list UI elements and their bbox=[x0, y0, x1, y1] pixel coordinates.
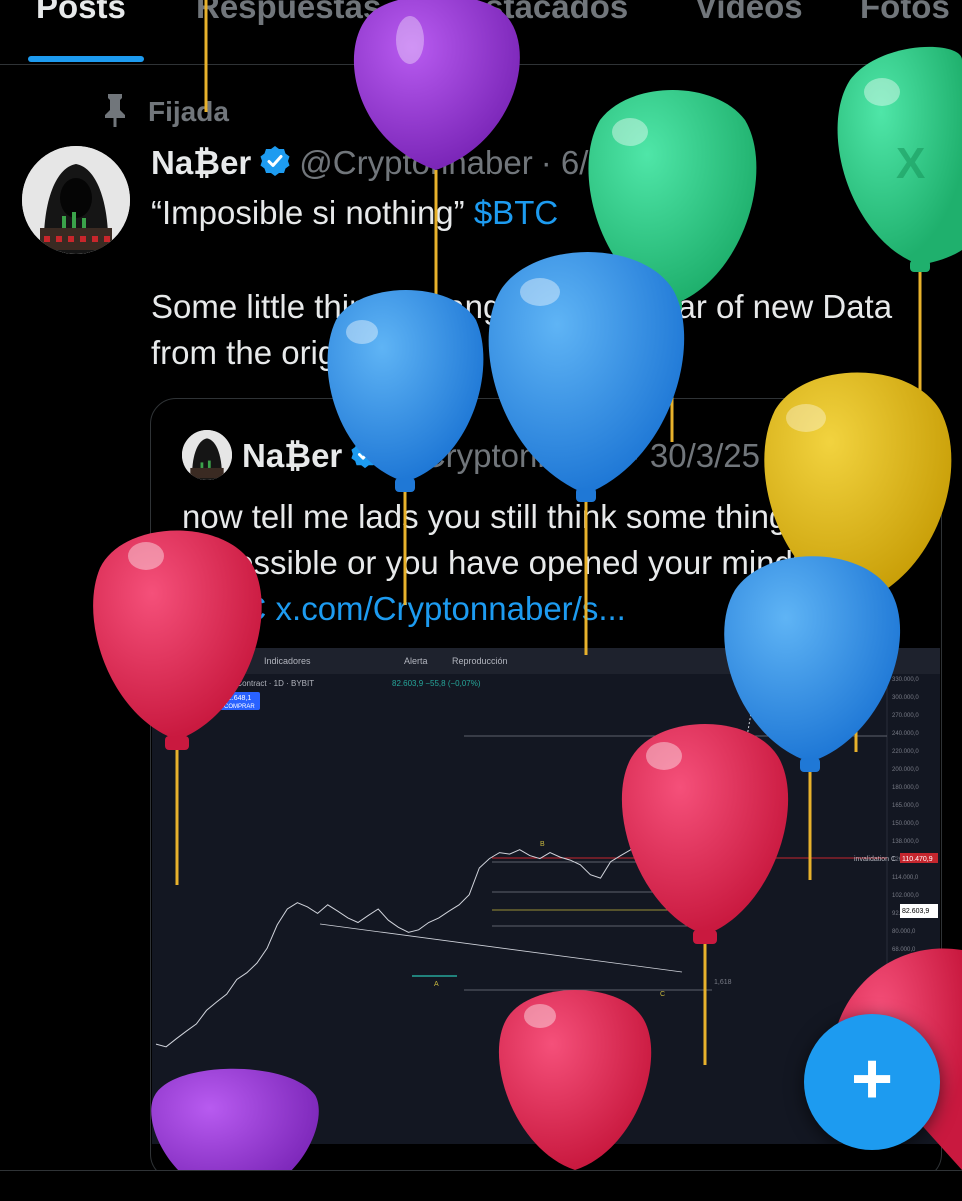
author-avatar[interactable] bbox=[22, 146, 130, 254]
quote-text: now tell me lads you still think some th… bbox=[182, 494, 922, 632]
invalidation-label: invalidation C bbox=[854, 856, 896, 863]
axis-tick-label: 165.000,0 bbox=[892, 803, 919, 809]
fib-label-top: 1,618 bbox=[714, 729, 732, 736]
quote-verified-badge-icon bbox=[350, 439, 380, 474]
wave-c-label: C bbox=[660, 991, 665, 998]
quote-date: · 30/3/25 bbox=[629, 437, 760, 474]
tab-posts[interactable]: Posts bbox=[36, 0, 126, 26]
quote-author-name: Na₿er bbox=[242, 437, 343, 474]
replay-button: Reproducción bbox=[452, 656, 508, 666]
svg-text:X: X bbox=[896, 139, 925, 188]
last-price: 82.603,9 −55,8 (−0,07%) bbox=[392, 679, 481, 688]
post-line-1: “Imposible si nothing” $BTC bbox=[151, 190, 931, 236]
axis-tick-label: 200.000,0 bbox=[892, 767, 919, 773]
fib-label-1618: 1,618 bbox=[714, 979, 732, 986]
compose-post-button[interactable]: + bbox=[804, 1014, 940, 1150]
post-line-1-text: “Imposible si nothing” bbox=[151, 194, 474, 231]
quote-url-link[interactable]: x.com/Cryptonnaber/s... bbox=[266, 590, 626, 627]
axis-tick-label: 68.000,0 bbox=[892, 947, 916, 953]
pinned-label: Fijada bbox=[148, 96, 229, 127]
tab-videos[interactable]: Videos bbox=[695, 0, 803, 26]
buy-label: COMPRAR bbox=[224, 704, 255, 710]
tradingview-watermark: TradingView bbox=[162, 1116, 218, 1127]
quote-author-avatar bbox=[182, 430, 232, 480]
axis-tick-label: 150.000,0 bbox=[892, 821, 919, 827]
active-tab-indicator bbox=[28, 56, 144, 62]
axis-tick-label: 80.000,0 bbox=[892, 929, 916, 935]
pin-icon bbox=[100, 92, 130, 133]
axis-tick-label: 138.000,0 bbox=[892, 839, 919, 845]
indicators-button: Indicadores bbox=[264, 656, 311, 666]
invalidation-price: 110.470,9 bbox=[902, 856, 933, 863]
bottom-navigation-bar bbox=[0, 1170, 962, 1201]
current-price-tag: 82.603,9 bbox=[902, 908, 929, 915]
tab-destacados[interactable]: Destacados bbox=[443, 0, 628, 26]
plus-icon: + bbox=[850, 1039, 894, 1119]
axis-tick-label: 270.000,0 bbox=[892, 713, 919, 719]
tab-respuestas[interactable]: Respuestas bbox=[196, 0, 381, 26]
buy-price: 82.648,1 bbox=[224, 695, 251, 702]
profile-tabs: Posts Respuestas Destacados Videos Fotos bbox=[0, 0, 962, 65]
fib-label-786: 0,786 bbox=[714, 915, 732, 922]
price-series-line bbox=[155, 840, 753, 1048]
axis-tick-label: 180.000,0 bbox=[892, 785, 919, 791]
axis-tick-label: 114.000,0 bbox=[892, 875, 919, 881]
quote-cashtag-link[interactable]: $BTC bbox=[182, 590, 266, 627]
cashtag-link[interactable]: $BTC bbox=[474, 194, 558, 231]
post-paragraph: Some little things changed with a year o… bbox=[151, 288, 893, 371]
symbol-title: BTCUSDT Perpetual Contract · 1D · BYBIT bbox=[160, 679, 314, 688]
pinned-indicator: Fijada bbox=[100, 92, 229, 133]
alert-button: Alerta bbox=[404, 656, 428, 666]
wave-b-label: B bbox=[540, 841, 545, 848]
tab-fotos[interactable]: Fotos bbox=[860, 0, 950, 26]
axis-tick-label: 102.000,0 bbox=[892, 893, 919, 899]
verified-badge-icon bbox=[259, 145, 291, 182]
quote-text-body: now tell me lads you still think some th… bbox=[182, 498, 861, 581]
wave-a-label: A bbox=[434, 981, 439, 988]
axis-tick-label: 330.000,0 bbox=[892, 677, 919, 683]
author-name[interactable]: Na₿er bbox=[151, 144, 251, 182]
post-date[interactable]: · 6/2/26 bbox=[541, 144, 653, 182]
quote-author-handle: @Cryptonnaber bbox=[388, 437, 622, 474]
post-header: Na₿er @Cryptonnaber · 6/2/26 bbox=[151, 140, 653, 186]
axis-tick-label: 300.000,0 bbox=[892, 695, 919, 701]
author-handle[interactable]: @Cryptonnaber bbox=[299, 144, 532, 182]
quote-header: Na₿er @Cryptonnaber · 30/3/25 bbox=[242, 433, 760, 479]
axis-tick-label: 240.000,0 bbox=[892, 731, 919, 737]
axis-tick-label: 220.000,0 bbox=[892, 749, 919, 755]
